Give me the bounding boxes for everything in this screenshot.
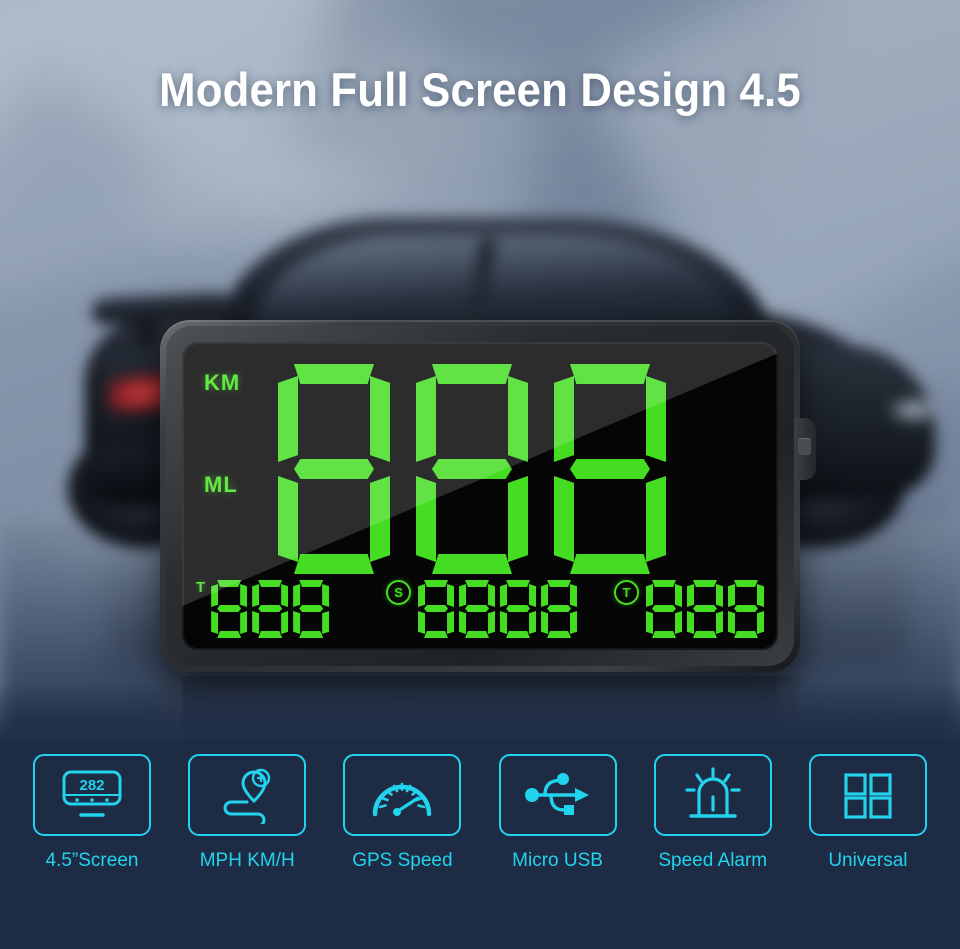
- feature-label: 4.5”Screen: [45, 850, 139, 871]
- usb-icon: [524, 773, 589, 815]
- readout-group-time: T: [614, 580, 764, 638]
- seven-segment-digit: [500, 580, 537, 638]
- speedometer-icon: [373, 782, 432, 817]
- page-title: Modern Full Screen Design 4.5: [159, 63, 801, 116]
- feature-bar-fade: [0, 682, 960, 744]
- feature-icon-box: [808, 754, 927, 836]
- feature-item-universal[interactable]: Universal: [802, 754, 934, 872]
- seven-segment-digit: [728, 580, 764, 638]
- feature-label: Universal: [828, 850, 908, 871]
- readout-group-trip: T: [196, 579, 330, 638]
- seven-segment-digit: [278, 364, 390, 574]
- seven-segment-digit: [416, 364, 528, 574]
- device-bezel: KM ML T S T: [160, 320, 816, 672]
- feature-label: Speed Alarm: [658, 850, 768, 871]
- feature-icon-box: [188, 754, 307, 836]
- trip-tag-label: T: [196, 579, 206, 596]
- screen-icon-value: 282: [79, 777, 104, 794]
- feature-icon-box: 282: [33, 754, 151, 836]
- seven-segment-digit: [541, 580, 578, 638]
- device-side-button[interactable]: [794, 418, 816, 480]
- hud-device: KM ML T S T: [160, 320, 816, 672]
- feature-label: MPH KM/H: [199, 850, 295, 871]
- seven-segment-digit: [252, 580, 289, 638]
- feature-icon-box: [498, 754, 617, 836]
- feature-item-units[interactable]: MPH KM/H: [181, 754, 313, 872]
- screen-icon: 282: [62, 770, 122, 817]
- seven-segment-digit: [418, 580, 455, 638]
- grid-icon: [844, 773, 892, 819]
- feature-icon-box: [653, 754, 772, 836]
- feature-label: GPS Speed: [352, 850, 453, 871]
- car-spoiler-support: [136, 313, 158, 347]
- feature-list: 282 4.5”Screen MPH KM/H GPS Speed Micro …: [0, 754, 960, 872]
- feature-label: Micro USB: [512, 850, 603, 871]
- feature-item-screen[interactable]: 282 4.5”Screen: [26, 754, 158, 872]
- main-speed-display: [278, 364, 666, 574]
- seven-segment-digit: [687, 580, 723, 638]
- trip-digits: [211, 580, 330, 638]
- secondary-readouts: T S T: [196, 580, 764, 638]
- feature-item-gps[interactable]: GPS Speed: [336, 754, 468, 872]
- seven-segment-digit: [211, 580, 248, 638]
- feature-item-usb[interactable]: Micro USB: [492, 754, 624, 872]
- product-banner: Modern Full Screen Design 4.5 T: [0, 0, 960, 949]
- seven-segment-digit: [293, 580, 330, 638]
- unit-label-ml: ML: [204, 472, 238, 497]
- feature-icon-box: [343, 754, 462, 836]
- time-digits: [646, 580, 764, 638]
- car-headlight: [885, 395, 943, 425]
- satellite-tag-label: S: [386, 580, 412, 605]
- route-pin-icon: [223, 768, 271, 824]
- seven-segment-digit: [646, 580, 682, 638]
- readout-group-satellite: S: [386, 580, 578, 638]
- feature-bar: 282 4.5”Screen MPH KM/H GPS Speed Micro …: [0, 682, 960, 949]
- time-tag-label: T: [614, 580, 639, 605]
- satellite-digits: [418, 580, 578, 638]
- hud-screen: KM ML T S T: [182, 342, 778, 650]
- seven-segment-digit: [459, 580, 496, 638]
- seven-segment-digit: [554, 364, 666, 574]
- feature-item-alarm[interactable]: Speed Alarm: [647, 754, 779, 872]
- siren-icon: [685, 767, 741, 818]
- unit-label-km: KM: [204, 370, 241, 395]
